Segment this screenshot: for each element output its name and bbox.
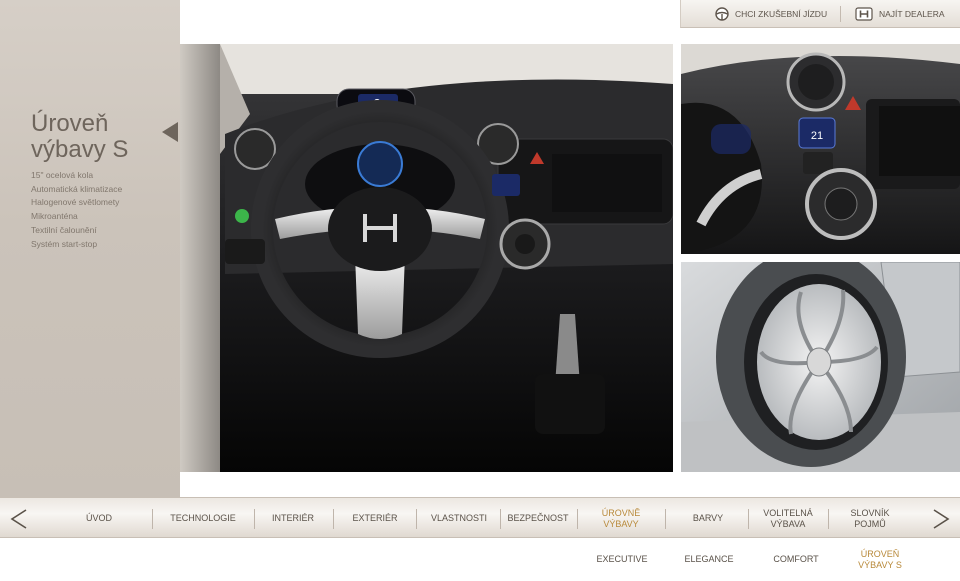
nav-item-label: BEZPEČNOST — [507, 513, 569, 523]
divider — [152, 509, 153, 529]
sub-item-elegance[interactable]: ELEGANCE — [675, 538, 743, 581]
divider — [500, 509, 501, 529]
interior-dashboard-photo: 0 — [180, 44, 673, 472]
nav-item-slovnik-pojmu[interactable]: SLOVNÍK POJMŮ — [836, 498, 904, 539]
find-dealer-label: NAJÍT DEALERA — [879, 9, 945, 19]
test-drive-label: CHCI ZKUŠEBNÍ JÍZDU — [735, 9, 828, 19]
feature-item: Mikroanténa — [31, 211, 78, 222]
divider — [254, 509, 255, 529]
nav-prev-button[interactable] — [6, 498, 32, 539]
chevron-right-icon — [933, 508, 950, 529]
chevron-left-icon — [162, 122, 178, 142]
feature-item: 15" ocelová kola — [31, 170, 94, 180]
nav-item-label: BARVY — [692, 513, 724, 523]
nav-item-barvy[interactable]: BARVY — [673, 498, 743, 539]
nav-item-label: VLASTNOSTI — [430, 513, 487, 523]
main-navigation: ÚVOD TECHNOLOGIE INTERIÉR EXTERIÉR VLAST… — [0, 497, 960, 538]
center-console-photo: 21 — [681, 44, 960, 254]
sub-item-uroven-vybavy-s[interactable]: ÚROVEŇ VÝBAVY S — [850, 538, 910, 581]
divider — [748, 509, 749, 529]
nav-item-label: TECHNOLOGIE — [170, 513, 236, 523]
nav-item-label: EXTERIÉR — [352, 513, 398, 523]
sub-item-executive[interactable]: EXECUTIVE — [588, 538, 656, 581]
feature-item: Automatická klimatizace — [31, 183, 123, 194]
sub-item-label: ELEGANCE — [684, 554, 734, 564]
divider — [665, 509, 666, 529]
divider — [828, 509, 829, 529]
chevron-left-icon — [10, 508, 27, 529]
find-dealer-button[interactable]: NAJÍT DEALERA — [855, 0, 945, 28]
nav-item-label: INTERIÉR — [271, 513, 314, 523]
side-panel: Úroveň výbavy S 15" ocelová kola Automat… — [0, 0, 180, 497]
nav-item-bezpecnost[interactable]: BEZPEČNOST — [503, 498, 573, 539]
feature-list: 15" ocelová kola Automatická klimatizace… — [31, 169, 122, 251]
nav-item-vlastnosti[interactable]: VLASTNOSTI — [424, 498, 494, 539]
nav-item-interier[interactable]: INTERIÉR — [262, 498, 324, 539]
sub-item-label: ÚROVEŇ VÝBAVY S — [858, 548, 902, 570]
divider — [416, 509, 417, 529]
divider — [577, 509, 578, 529]
divider — [840, 6, 841, 22]
feature-item: Textilní čalounění — [31, 224, 97, 235]
svg-text:21: 21 — [811, 130, 823, 142]
feature-item: Halogenové světlomety — [31, 197, 120, 208]
nav-item-urovne-vybavy[interactable]: ÚROVNĚ VÝBAVY — [587, 498, 655, 539]
sub-item-comfort[interactable]: COMFORT — [762, 538, 830, 581]
divider — [333, 509, 334, 529]
nav-item-volitelna-vybava[interactable]: VOLITELNÁ VÝBAVA — [754, 498, 822, 539]
honda-logo-icon — [855, 7, 873, 21]
page-title: Úroveň výbavy S — [31, 110, 129, 163]
nav-item-label: ÚVOD — [85, 513, 112, 523]
nav-item-label: VOLITELNÁ VÝBAVA — [763, 507, 813, 529]
nav-item-uvod[interactable]: ÚVOD — [70, 498, 128, 539]
top-action-bar: CHCI ZKUŠEBNÍ JÍZDU NAJÍT DEALERA — [680, 0, 960, 28]
trim-level-navigation: EXECUTIVE ELEGANCE COMFORT ÚROVEŇ VÝBAVY… — [0, 538, 960, 581]
sub-item-label: COMFORT — [773, 554, 819, 564]
feature-item: Systém start-stop — [31, 238, 98, 249]
sub-item-label: EXECUTIVE — [596, 554, 648, 564]
nav-item-label: SLOVNÍK POJMŮ — [850, 507, 890, 529]
nav-next-button[interactable] — [928, 498, 954, 539]
nav-item-label: ÚROVNĚ VÝBAVY — [601, 507, 641, 529]
test-drive-button[interactable]: CHCI ZKUŠEBNÍ JÍZDU — [715, 0, 827, 28]
steel-wheel-photo — [681, 262, 960, 472]
nav-item-exterier[interactable]: EXTERIÉR — [341, 498, 409, 539]
steering-wheel-icon — [715, 7, 729, 21]
nav-item-technologie[interactable]: TECHNOLOGIE — [160, 498, 246, 539]
